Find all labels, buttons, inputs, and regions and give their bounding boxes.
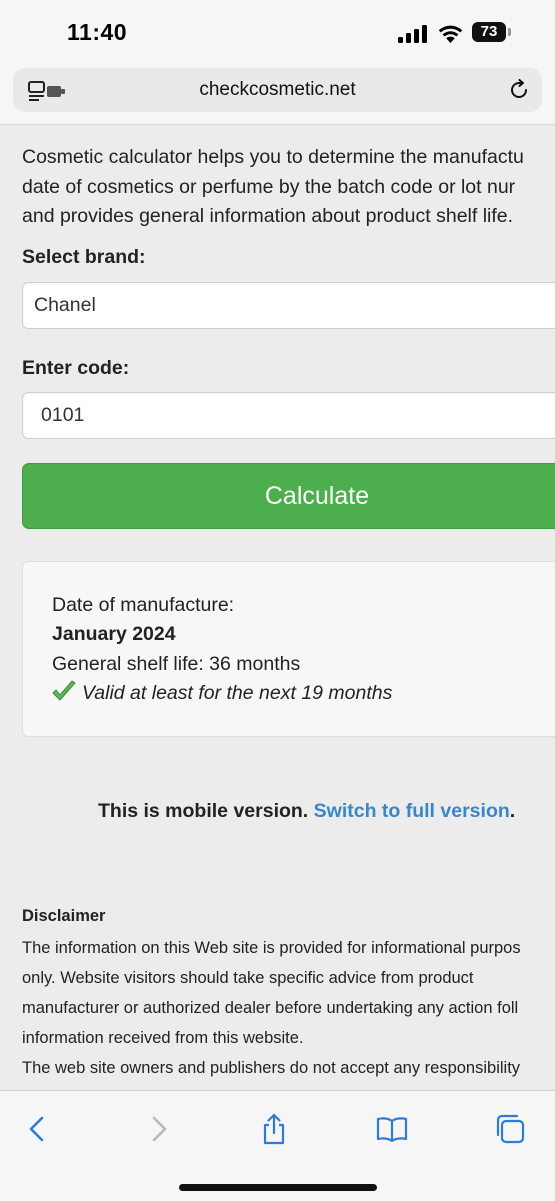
browser-toolbar [0, 1090, 555, 1201]
chevron-left-icon[interactable] [22, 1113, 54, 1145]
brand-select-value: Chanel [34, 294, 96, 316]
mobile-note-period: . [509, 800, 516, 822]
brand-label: Select brand: [22, 246, 146, 268]
switch-full-version-link[interactable]: Switch to full version [314, 800, 510, 822]
intro-line: date of cosmetics or perfume by the batc… [22, 175, 516, 198]
result-panel: Date of manufacture: January 2024 Genera… [22, 561, 555, 737]
tabs-icon[interactable] [494, 1113, 526, 1145]
disclaimer-line: The information on this Web site is prov… [22, 939, 521, 957]
cellular-signal-icon [398, 25, 427, 43]
code-input-value: 0101 [41, 404, 85, 426]
url-text[interactable]: checkcosmetic.net [13, 68, 542, 112]
address-bar[interactable]: checkcosmetic.net [13, 68, 542, 112]
share-icon[interactable] [258, 1113, 290, 1145]
intro-line: Cosmetic calculator helps you to determi… [22, 146, 524, 168]
mobile-version-text: This is mobile version. [98, 800, 314, 822]
manufacture-date: January 2024 [52, 623, 176, 645]
code-input[interactable]: 0101 [22, 392, 555, 439]
disclaimer-line: information received from this website. [22, 1029, 304, 1047]
manufacture-label: Date of manufacture: [52, 594, 235, 616]
web-page-content: Cosmetic calculator helps you to determi… [0, 125, 555, 1090]
intro-paragraph: Cosmetic calculator helps you to determi… [22, 143, 555, 232]
disclaimer-text: The information on this Web site is prov… [22, 933, 555, 1083]
reload-icon[interactable] [508, 79, 530, 101]
status-time: 11:40 [67, 19, 128, 45]
calculate-button-label: Calculate [264, 482, 370, 510]
home-indicator [179, 1184, 377, 1191]
disclaimer-line: only. Website visitors should take speci… [22, 969, 474, 987]
book-icon[interactable] [376, 1113, 408, 1145]
disclaimer-line: The web site owners and publishers do no… [22, 1059, 521, 1077]
status-bar: 11:40 73 [0, 0, 555, 64]
disclaimer-title: Disclaimer [22, 907, 106, 925]
chevron-right-icon[interactable] [142, 1113, 174, 1145]
calculate-button[interactable]: Calculate [22, 463, 555, 529]
battery-icon: 73 [472, 22, 511, 42]
disclaimer-line: manufacturer or authorized dealer before… [22, 999, 519, 1017]
checkmark-icon [52, 680, 76, 701]
wifi-icon [438, 25, 463, 43]
code-label: Enter code: [22, 357, 130, 379]
intro-line: and provides general information about p… [22, 205, 514, 227]
battery-percentage: 73 [480, 23, 498, 40]
validity-text: Valid at least for the next 19 months [82, 682, 393, 704]
shelf-life-text: General shelf life: 36 months [52, 653, 301, 675]
browser-address-area: checkcosmetic.net [0, 64, 555, 125]
mobile-version-note: This is mobile version. Switch to full v… [98, 800, 515, 823]
brand-select[interactable]: Chanel [22, 282, 555, 329]
